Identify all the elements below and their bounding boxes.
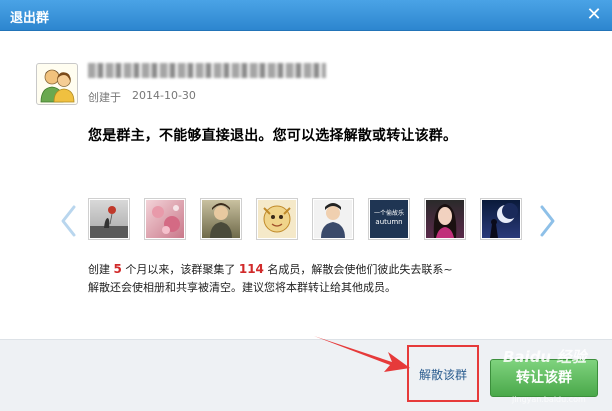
group-avatar <box>36 63 78 105</box>
group-summary: 创建 5 个月以来，该群聚集了 114 名成员，解散会使他们彼此失去联系~ 解散… <box>88 260 453 297</box>
annotation-highlight-box <box>407 345 479 402</box>
member-avatar[interactable] <box>312 198 354 240</box>
summary-text: 创建 <box>88 263 110 276</box>
scroll-left-icon[interactable] <box>58 204 80 238</box>
group-people-icon <box>40 69 75 103</box>
member-caption-top: 一个偷故乐 <box>373 210 404 217</box>
group-name-blurred <box>88 63 326 78</box>
owner-notice: 您是群主，不能够直接退出。您可以选择解散或转让该群。 <box>88 128 458 144</box>
months-count: 5 <box>113 262 122 276</box>
member-avatar[interactable] <box>88 198 130 240</box>
summary-text: 名成员，解散会使他们彼此失去联系~ <box>267 263 453 276</box>
scroll-right-icon[interactable] <box>536 204 558 238</box>
summary-line-2: 解散还会使相册和共享被清空。建议您将本群转让给其他成员。 <box>88 281 396 294</box>
summary-line-1: 创建 5 个月以来，该群聚集了 114 名成员，解散会使他们彼此失去联系~ <box>88 260 453 279</box>
member-avatar-strip: 一个偷故乐 autumn <box>88 198 528 244</box>
dialog-title: 退出群 <box>10 11 50 26</box>
member-avatar[interactable]: 一个偷故乐 autumn <box>368 198 410 240</box>
member-caption-bottom: autumn <box>375 218 403 226</box>
annotation-arrow-icon <box>314 336 410 372</box>
watermark-url: jingyan.baidu.com <box>512 395 586 404</box>
close-icon[interactable]: ✕ <box>584 5 604 25</box>
member-avatar[interactable] <box>424 198 466 240</box>
member-avatar[interactable] <box>480 198 522 240</box>
summary-text: 个月以来，该群聚集了 <box>125 263 236 276</box>
exit-group-dialog: 退出群 ✕ 创建于 2014-10-30 您是群主，不能够直接退出。您可以选择解… <box>0 0 612 411</box>
member-avatar[interactable] <box>144 198 186 240</box>
member-avatar[interactable] <box>200 198 242 240</box>
created-label: 创建于 <box>88 91 121 104</box>
member-avatar[interactable] <box>256 198 298 240</box>
title-bar: 退出群 ✕ <box>0 0 612 31</box>
watermark-logo: Baidu 经验 <box>503 348 587 366</box>
created-date: 2014-10-30 <box>132 89 196 102</box>
member-count: 114 <box>238 262 264 276</box>
